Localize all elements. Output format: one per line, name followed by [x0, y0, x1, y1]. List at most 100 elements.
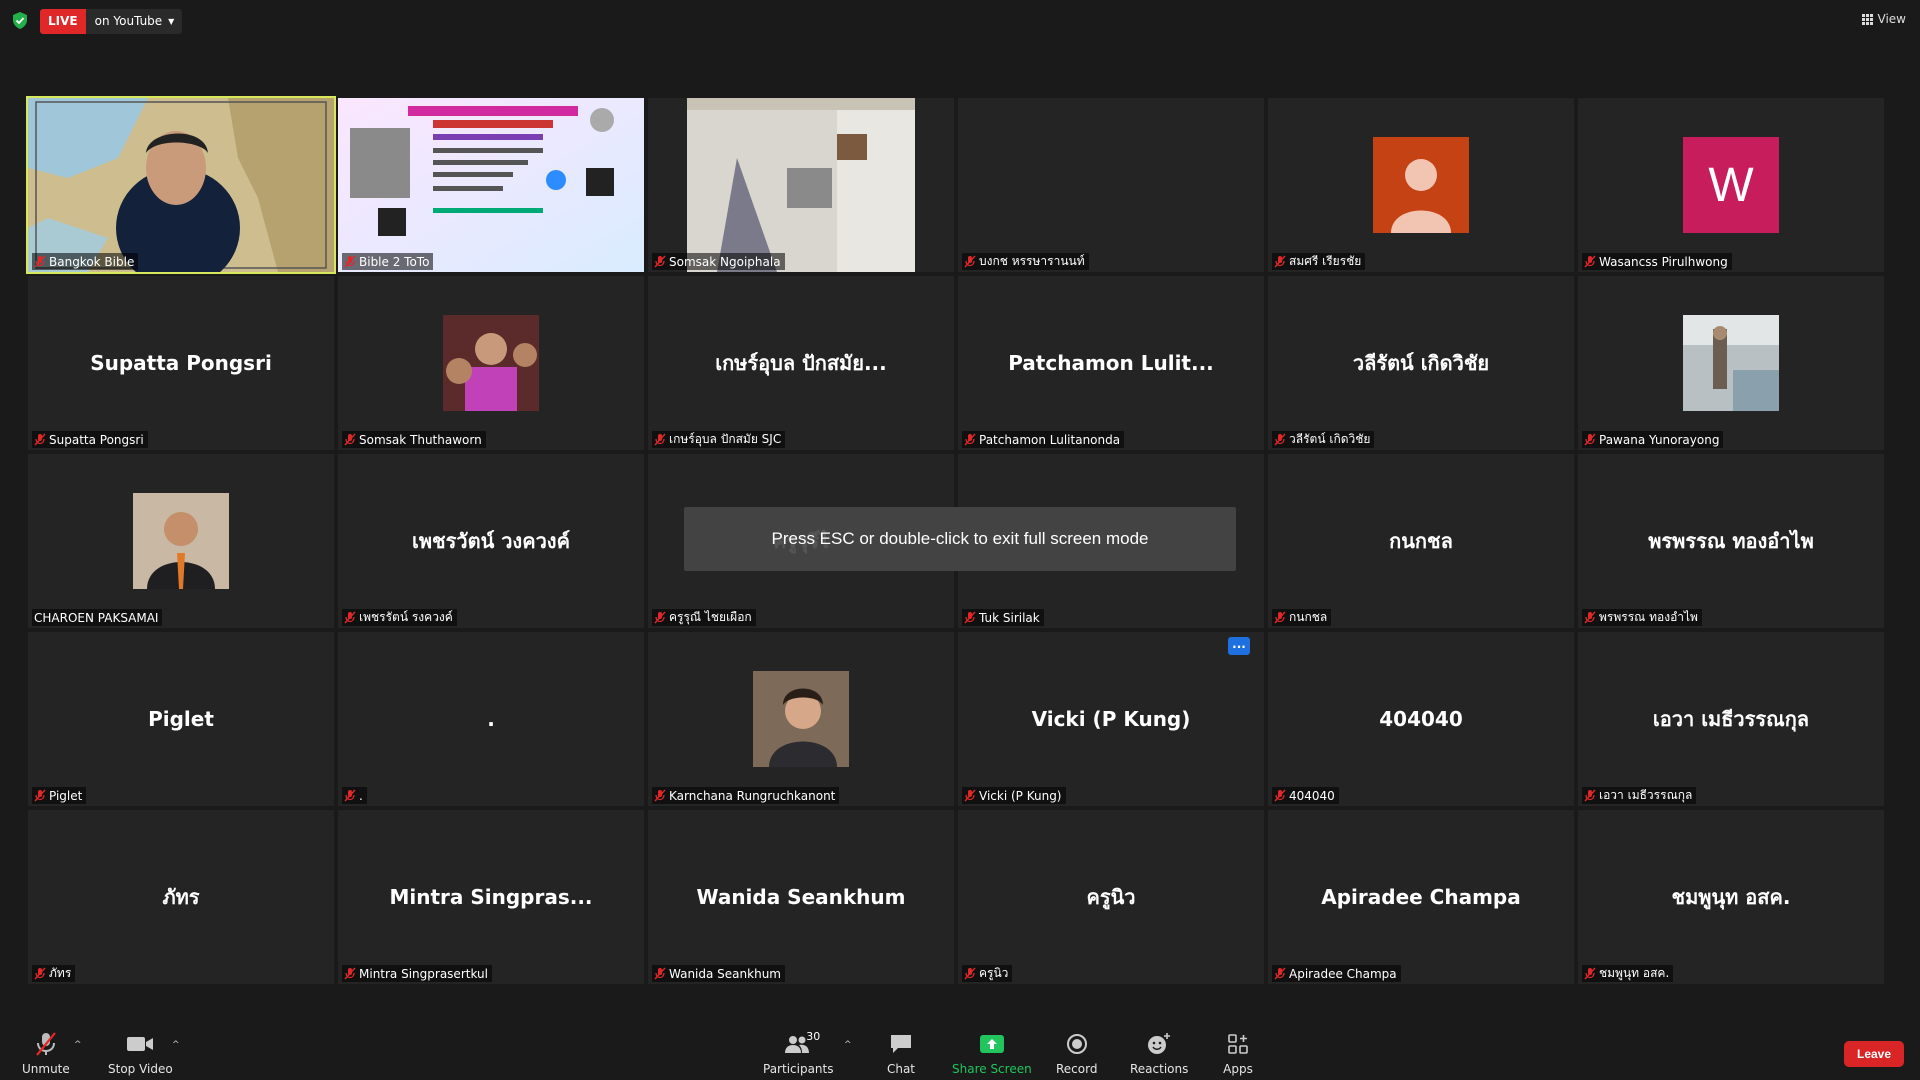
participant-display-name: เอวา เมธีวรรณกุล [1652, 707, 1810, 731]
live-platform-dropdown[interactable]: on YouTube ▼ [85, 9, 183, 34]
participant-tile[interactable]: Somsak Thuthaworn [338, 276, 644, 450]
muted-mic-icon [1274, 433, 1286, 446]
participant-tile[interactable]: Mintra Singpras... Mintra Singprasertkul [338, 810, 644, 984]
participant-name-label: วลีรัตน์ เกิดวิชัย [1272, 431, 1375, 448]
participant-name: เพชรรัตน์ รงควงค์ [359, 610, 453, 624]
participant-tile[interactable]: Apiradee Champa Apiradee Champa [1268, 810, 1574, 984]
participant-display-name: ภัทร [162, 885, 200, 909]
participant-tile[interactable]: W Wasancss Pirulhwong [1578, 98, 1884, 272]
chat-button[interactable]: Chat [885, 1032, 917, 1076]
participant-name: Wasancss Pirulhwong [1599, 254, 1728, 269]
participant-name-label: Bangkok Bible [32, 253, 139, 270]
participant-tile[interactable]: พรพรรณ ทองอำไพ พรพรรณ ทองอำไพ [1578, 454, 1884, 628]
participant-name-label: Somsak Thuthaworn [342, 431, 486, 448]
participant-display-name: Apiradee Champa [1321, 885, 1521, 909]
participant-name-label: เพชรรัตน์ รงควงค์ [342, 609, 457, 626]
muted-mic-icon [344, 967, 356, 980]
audio-options-caret-icon[interactable]: ^ [74, 1040, 82, 1050]
muted-mic-icon [34, 433, 46, 446]
participant-tile[interactable]: ชมพูนุท อสค. ชมพูนุท อสค. [1578, 810, 1884, 984]
muted-mic-icon [344, 789, 356, 802]
participant-display-name: Mintra Singpras... [389, 885, 593, 909]
participant-name: พรพรรณ ทองอำไพ [1599, 610, 1698, 624]
view-button[interactable]: View [1861, 12, 1906, 26]
participant-tile[interactable]: 404040 404040 [1268, 632, 1574, 806]
share-screen-button[interactable]: Share Screen [952, 1032, 1032, 1076]
participant-tile[interactable]: Bible 2 ToTo [338, 98, 644, 272]
participant-display-name: 404040 [1379, 707, 1463, 731]
participant-display-name: Piglet [148, 707, 214, 731]
participant-tile[interactable]: เพชรวัตน์ วงควงค์ เพชรรัตน์ รงควงค์ [338, 454, 644, 628]
video-options-caret-icon[interactable]: ^ [172, 1040, 180, 1050]
participant-tile[interactable]: เกษร์อุบล ปักสมัย... เกษร์อุบล ปักสมัย SJ… [648, 276, 954, 450]
apps-button[interactable]: Apps [1222, 1032, 1254, 1076]
muted-mic-icon [654, 789, 666, 802]
muted-mic-icon [344, 433, 356, 446]
participant-tile[interactable]: CHAROEN PAKSAMAI [28, 454, 334, 628]
encryption-shield-icon[interactable] [12, 12, 28, 29]
participant-name: กนกชล [1289, 610, 1328, 624]
live-stream-badge[interactable]: LIVE on YouTube ▼ [40, 9, 183, 34]
more-options-button[interactable]: ... [1228, 637, 1250, 655]
participant-tile[interactable]: Pawana Yunorayong [1578, 276, 1884, 450]
default-avatar [1373, 137, 1469, 233]
participant-name-label: ภัทร [32, 965, 76, 982]
participant-tile[interactable]: Wanida Seankhum Wanida Seankhum [648, 810, 954, 984]
participant-name: บงกช หรรษารานนท์ [979, 254, 1085, 268]
grid-view-icon [1861, 13, 1873, 25]
participants-options-caret-icon[interactable]: ^ [844, 1040, 852, 1050]
participant-name: Somsak Ngoiphala [669, 254, 781, 269]
muted-mic-icon [1584, 967, 1596, 980]
participant-tile[interactable]: วลีรัตน์ เกิดวิชัย วลีรัตน์ เกิดวิชัย [1268, 276, 1574, 450]
participant-name-label: Somsak Ngoiphala [652, 253, 785, 270]
participant-tile[interactable]: บงกช หรรษารานนท์ [958, 98, 1264, 272]
participant-name-label: ครูรุณี ไชยเผือก [652, 609, 756, 626]
muted-mic-icon [1584, 255, 1596, 268]
participant-name-label: กนกชล [1272, 609, 1332, 626]
muted-mic-icon [34, 255, 46, 268]
muted-mic-icon [1274, 255, 1286, 268]
muted-mic-icon [964, 967, 976, 980]
participant-tile[interactable]: Vicki (P Kung) Vicki (P Kung)... [958, 632, 1264, 806]
muted-mic-icon [344, 611, 356, 624]
participant-tile[interactable]: Patchamon Lulit... Patchamon Lulitanonda [958, 276, 1264, 450]
muted-mic-icon [34, 967, 46, 980]
participant-display-name: ชมพูนุท อสค. [1671, 885, 1791, 909]
participant-video-feed [687, 98, 915, 272]
participant-tile[interactable]: Supatta Pongsri Supatta Pongsri [28, 276, 334, 450]
reactions-button[interactable]: Reactions [1130, 1032, 1188, 1076]
record-button[interactable]: Record [1056, 1032, 1097, 1076]
participant-name-label: สมศรี เรียรชัย [1272, 253, 1366, 270]
active-speaker-tile[interactable]: Bangkok Bible [26, 96, 336, 274]
participant-display-name: Vicki (P Kung) [1031, 707, 1191, 731]
participant-tile[interactable]: ภัทร ภัทร [28, 810, 334, 984]
participant-tile[interactable]: กนกชล กนกชล [1268, 454, 1574, 628]
participant-tile[interactable]: Piglet Piglet [28, 632, 334, 806]
participants-count: 30 [806, 1030, 821, 1043]
participant-tile[interactable]: ครูนิว ครูนิว [958, 810, 1264, 984]
live-label: LIVE [40, 9, 86, 34]
stop-video-button[interactable]: Stop Video [108, 1032, 173, 1076]
unmute-button[interactable]: Unmute [22, 1032, 70, 1076]
leave-button[interactable]: Leave [1844, 1041, 1904, 1067]
participants-button[interactable]: 30 Participants [763, 1030, 834, 1076]
live-platform-label: on YouTube [94, 14, 163, 28]
participant-tile[interactable]: Somsak Ngoiphala [648, 98, 954, 272]
profile-photo [443, 315, 539, 411]
muted-mic-icon [1584, 433, 1596, 446]
muted-mic-icon [964, 611, 976, 624]
participant-name-label: Tuk Sirilak [962, 609, 1044, 626]
participant-name-label: Mintra Singprasertkul [342, 965, 492, 982]
participant-name: ชมพูนุท อสค. [1599, 966, 1670, 980]
participant-display-name: กนกชล [1389, 529, 1453, 553]
participant-tile[interactable]: เอวา เมธีวรรณกุล เอวา เมธีวรรณกุล [1578, 632, 1884, 806]
video-camera-icon [124, 1032, 156, 1056]
participant-name-label: . [342, 787, 367, 804]
participant-tile[interactable]: .. [338, 632, 644, 806]
participant-tile[interactable]: สมศรี เรียรชัย [1268, 98, 1574, 272]
apps-icon [1222, 1032, 1254, 1056]
participant-name-label: CHAROEN PAKSAMAI [32, 609, 163, 626]
participant-tile[interactable]: Karnchana Rungruchkanont [648, 632, 954, 806]
top-bar: LIVE on YouTube ▼ View [0, 0, 1920, 40]
participant-name: Bangkok Bible [49, 254, 135, 269]
